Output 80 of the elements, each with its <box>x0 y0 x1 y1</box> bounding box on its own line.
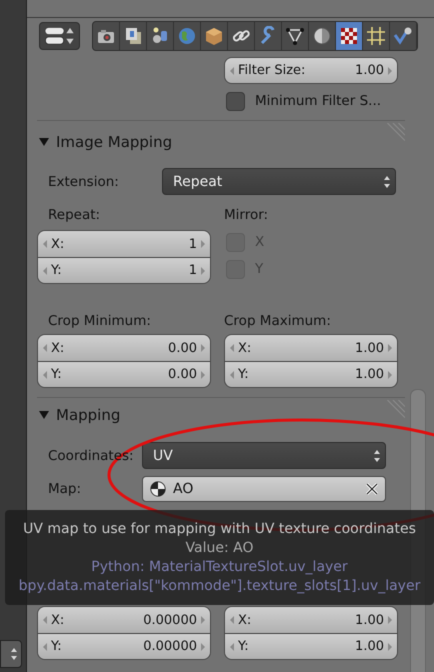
number-field[interactable]: X: 0.00000 <box>38 607 210 633</box>
layers-icon <box>123 26 143 46</box>
right-arrow-icon <box>200 642 206 652</box>
collapse-triangle-icon[interactable] <box>39 136 49 146</box>
checker-icon <box>339 26 359 46</box>
view-switch-button[interactable] <box>39 22 80 50</box>
group-label: Crop Minimum: <box>48 313 151 329</box>
left-arrow-icon <box>229 66 235 76</box>
left-arrow-icon <box>229 343 235 353</box>
vertex-triangle-icon <box>285 26 305 46</box>
number-field[interactable]: X: 0.00 <box>38 335 210 361</box>
right-arrow-icon <box>387 343 393 353</box>
left-arrow-icon <box>229 615 235 625</box>
tooltip-description: UV map to use for mapping with UV texture coordinates <box>23 521 416 537</box>
field-label: Extension: <box>47 174 120 190</box>
left-arrow-icon <box>42 343 48 353</box>
right-arrow-icon <box>200 615 206 625</box>
dropdown-button[interactable] <box>0 640 22 668</box>
panel-title: Mapping <box>56 406 120 424</box>
left-arrow-icon <box>42 370 48 380</box>
context-tab[interactable] <box>228 22 255 50</box>
collapse-triangle-icon[interactable] <box>39 410 49 420</box>
tooltip-value: Value: AO <box>186 540 254 556</box>
number-field[interactable]: Y: 0.00 <box>38 361 210 387</box>
scene-icon <box>150 26 170 46</box>
context-tab[interactable] <box>201 22 228 50</box>
panel-header[interactable]: Image Mapping <box>37 121 405 162</box>
sphere-icon <box>312 26 332 46</box>
left-arrow-icon <box>42 266 48 276</box>
toggle-icon <box>44 26 76 46</box>
cube-icon <box>204 26 224 46</box>
checkbox-label: Minimum Filter S... <box>255 93 382 109</box>
up-down-arrows-icon <box>373 448 381 462</box>
number-field[interactable]: Filter Size: 1.00 <box>225 58 397 83</box>
clear-icon[interactable] <box>365 482 379 496</box>
checkbox[interactable] <box>226 92 245 110</box>
map-field[interactable]: AO <box>142 476 386 502</box>
context-tab[interactable] <box>147 22 174 50</box>
checkmark-ball-icon <box>393 26 413 46</box>
left-arrow-icon <box>229 370 235 380</box>
panel-title: Image Mapping <box>56 132 172 150</box>
left-arrow-icon <box>42 239 48 249</box>
context-tab[interactable] <box>336 22 363 50</box>
extension-dropdown[interactable]: Repeat <box>162 168 396 195</box>
number-field[interactable]: Y: 1 <box>38 257 210 283</box>
number-field[interactable]: X: 1.00 <box>225 607 397 633</box>
context-tab[interactable] <box>309 22 336 50</box>
group-label: Repeat: <box>48 207 100 223</box>
context-tab[interactable] <box>120 22 147 50</box>
right-arrow-icon <box>387 615 393 625</box>
tooltip-python: Python: MaterialTextureSlot.uv_layer <box>91 559 348 575</box>
panel-header[interactable]: Mapping <box>37 398 405 432</box>
right-arrow-icon <box>200 343 206 353</box>
group-label: Crop Maximum: <box>224 313 331 329</box>
context-tab[interactable] <box>363 22 390 50</box>
right-arrow-icon <box>387 66 393 76</box>
group-label: Mirror: <box>224 207 268 223</box>
context-tab[interactable] <box>282 22 309 50</box>
right-arrow-icon <box>200 370 206 380</box>
number-field[interactable]: Y: 1.00 <box>225 633 397 659</box>
right-arrow-icon <box>387 370 393 380</box>
field-label: Map: <box>47 481 82 497</box>
coordinates-dropdown[interactable]: UV <box>142 442 386 469</box>
up-down-arrows-icon <box>383 174 391 188</box>
context-tab[interactable] <box>390 22 417 50</box>
number-field[interactable]: Y: 0.00000 <box>38 633 210 659</box>
globe-icon <box>177 26 197 46</box>
number-field[interactable]: Y: 1.00 <box>225 361 397 387</box>
context-tab[interactable] <box>93 22 120 50</box>
number-field[interactable]: X: 1 <box>38 231 210 257</box>
tooltip-path: bpy.data.materials["kommode"].texture_slots[1].uv_layer <box>18 578 420 594</box>
right-arrow-icon <box>200 239 206 249</box>
right-arrow-icon <box>387 642 393 652</box>
left-arrow-icon <box>42 642 48 652</box>
checker-ball-icon <box>149 480 167 498</box>
up-down-arrows-icon <box>10 647 18 661</box>
left-arrow-icon <box>42 615 48 625</box>
left-arrow-icon <box>229 642 235 652</box>
number-field[interactable]: X: 1.00 <box>225 335 397 361</box>
right-arrow-icon <box>200 266 206 276</box>
